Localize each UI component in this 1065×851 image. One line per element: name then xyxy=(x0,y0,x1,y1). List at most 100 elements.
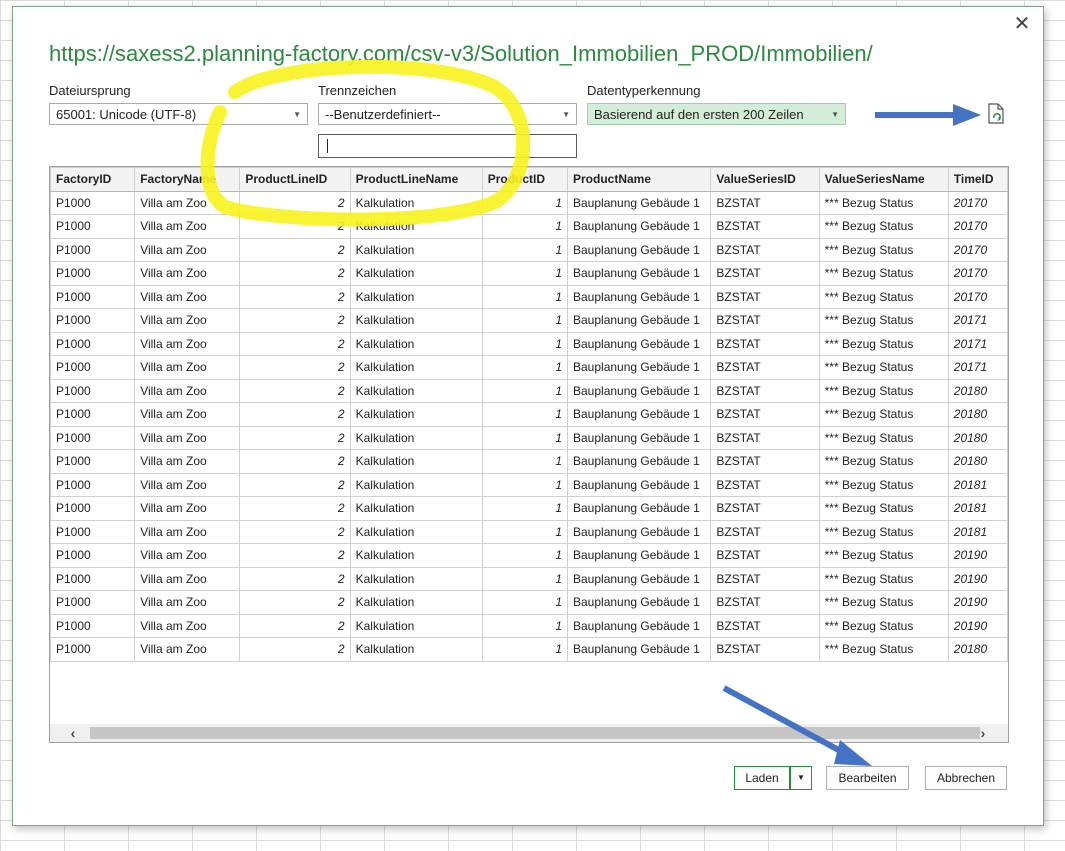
table-cell: 20180 xyxy=(947,425,1008,450)
column-header[interactable]: ProductLineID xyxy=(239,167,351,192)
table-cell: 20171 xyxy=(947,331,1008,356)
table-cell: Villa am Zoo xyxy=(134,190,241,215)
table-row: P1000 Villa am Zoo 2 Kalkulation 1 Bauplanung… xyxy=(50,261,1008,286)
table-cell: *** Bezug Status xyxy=(818,637,949,662)
table-cell: Bauplanung Gebäude 1 xyxy=(566,308,712,333)
table-cell: 20190 xyxy=(947,613,1008,638)
table-cell: BZSTAT xyxy=(710,378,820,403)
table-cell: 1 xyxy=(481,566,569,591)
table-cell: Bauplanung Gebäude 1 xyxy=(566,449,712,474)
cancel-button[interactable]: Abbrechen xyxy=(925,766,1007,790)
table-cell: Kalkulation xyxy=(349,637,483,662)
table-cell: Kalkulation xyxy=(349,237,483,262)
table-cell: Villa am Zoo xyxy=(134,566,241,591)
table-cell: 1 xyxy=(481,425,569,450)
table-cell: 2 xyxy=(239,308,351,333)
table-cell: *** Bezug Status xyxy=(818,449,949,474)
table-cell: Kalkulation xyxy=(349,449,483,474)
table-cell: Kalkulation xyxy=(349,190,483,215)
table-row: P1000 Villa am Zoo 2 Kalkulation 1 Bauplanung… xyxy=(50,308,1008,333)
table-row: P1000 Villa am Zoo 2 Kalkulation 1 Bauplanung… xyxy=(50,402,1008,427)
detection-select[interactable]: Basierend auf den ersten 200 Zeilen ▼ xyxy=(587,103,846,125)
scrollbar-thumb[interactable] xyxy=(90,727,980,739)
table-cell: P1000 xyxy=(50,261,136,286)
load-dropdown-button[interactable]: ▼ xyxy=(790,766,812,790)
table-cell: BZSTAT xyxy=(710,237,820,262)
table-cell: 20181 xyxy=(947,472,1008,497)
table-cell: 2 xyxy=(239,237,351,262)
custom-delimiter-input[interactable] xyxy=(318,134,577,158)
table-cell: 2 xyxy=(239,214,351,239)
chevron-right-icon[interactable]: › xyxy=(972,724,994,742)
table-cell: Villa am Zoo xyxy=(134,613,241,638)
table-cell: Kalkulation xyxy=(349,425,483,450)
table-cell: 2 xyxy=(239,566,351,591)
table-row: P1000 Villa am Zoo 2 Kalkulation 1 Bauplanung… xyxy=(50,472,1008,497)
delimiter-select[interactable]: --Benutzerdefiniert-- ▼ xyxy=(318,103,577,125)
origin-select[interactable]: 65001: Unicode (UTF-8) ▼ xyxy=(49,103,308,125)
column-header[interactable]: ValueSeriesID xyxy=(710,167,820,192)
table-cell: 2 xyxy=(239,284,351,309)
data-preview-table: FactoryID FactoryName ProductLineID Product… xyxy=(49,166,1009,743)
table-cell: Villa am Zoo xyxy=(134,378,241,403)
table-cell: 1 xyxy=(481,637,569,662)
table-cell: Kalkulation xyxy=(349,261,483,286)
table-cell: *** Bezug Status xyxy=(818,284,949,309)
table-cell: BZSTAT xyxy=(710,519,820,544)
refresh-file-icon[interactable] xyxy=(986,103,1006,125)
column-header[interactable]: TimeID xyxy=(947,167,1008,192)
table-cell: 1 xyxy=(481,496,569,521)
table-cell: 1 xyxy=(481,519,569,544)
table-cell: 2 xyxy=(239,190,351,215)
table-cell: 1 xyxy=(481,284,569,309)
table-cell: *** Bezug Status xyxy=(818,355,949,380)
load-button[interactable]: Laden xyxy=(734,766,790,790)
table-row: P1000 Villa am Zoo 2 Kalkulation 1 Bauplanung… xyxy=(50,190,1008,215)
table-cell: BZSTAT xyxy=(710,566,820,591)
chevron-left-icon[interactable]: ‹ xyxy=(62,724,84,742)
table-cell: 2 xyxy=(239,425,351,450)
table-cell: P1000 xyxy=(50,378,136,403)
table-cell: Kalkulation xyxy=(349,472,483,497)
table-cell: 2 xyxy=(239,519,351,544)
horizontal-scrollbar[interactable]: ‹ › xyxy=(50,724,1008,742)
table-cell: BZSTAT xyxy=(710,613,820,638)
table-cell: Kalkulation xyxy=(349,590,483,615)
table-cell: 20170 xyxy=(947,261,1008,286)
table-cell: 20190 xyxy=(947,590,1008,615)
table-cell: 1 xyxy=(481,449,569,474)
table-cell: Bauplanung Gebäude 1 xyxy=(566,190,712,215)
table-cell: 1 xyxy=(481,331,569,356)
chevron-down-icon: ▼ xyxy=(562,110,570,119)
table-cell: 1 xyxy=(481,214,569,239)
table-cell: 1 xyxy=(481,355,569,380)
table-cell: 1 xyxy=(481,261,569,286)
column-header[interactable]: ProductID xyxy=(481,167,569,192)
table-row: P1000 Villa am Zoo 2 Kalkulation 1 Bauplanung… xyxy=(50,637,1008,662)
column-header[interactable]: ProductName xyxy=(566,167,712,192)
table-cell: 20170 xyxy=(947,214,1008,239)
table-row: P1000 Villa am Zoo 2 Kalkulation 1 Bauplanung… xyxy=(50,237,1008,262)
column-header[interactable]: FactoryName xyxy=(134,167,241,192)
delimiter-label: Trennzeichen xyxy=(318,83,397,98)
table-cell: 20181 xyxy=(947,519,1008,544)
close-icon[interactable]: ✕ xyxy=(1011,13,1033,35)
table-cell: P1000 xyxy=(50,402,136,427)
table-row: P1000 Villa am Zoo 2 Kalkulation 1 Bauplanung… xyxy=(50,449,1008,474)
table-cell: 20170 xyxy=(947,190,1008,215)
table-cell: P1000 xyxy=(50,355,136,380)
table-cell: 20170 xyxy=(947,237,1008,262)
column-header[interactable]: FactoryID xyxy=(50,167,136,192)
table-cell: *** Bezug Status xyxy=(818,190,949,215)
table-cell: 20180 xyxy=(947,378,1008,403)
table-cell: Kalkulation xyxy=(349,378,483,403)
table-row: P1000 Villa am Zoo 2 Kalkulation 1 Bauplanung… xyxy=(50,590,1008,615)
column-header[interactable]: ValueSeriesName xyxy=(818,167,949,192)
table-cell: *** Bezug Status xyxy=(818,237,949,262)
table-cell: Villa am Zoo xyxy=(134,519,241,544)
column-header[interactable]: ProductLineName xyxy=(349,167,483,192)
table-cell: Villa am Zoo xyxy=(134,284,241,309)
edit-button[interactable]: Bearbeiten xyxy=(826,766,909,790)
table-cell: Bauplanung Gebäude 1 xyxy=(566,261,712,286)
table-cell: Kalkulation xyxy=(349,355,483,380)
